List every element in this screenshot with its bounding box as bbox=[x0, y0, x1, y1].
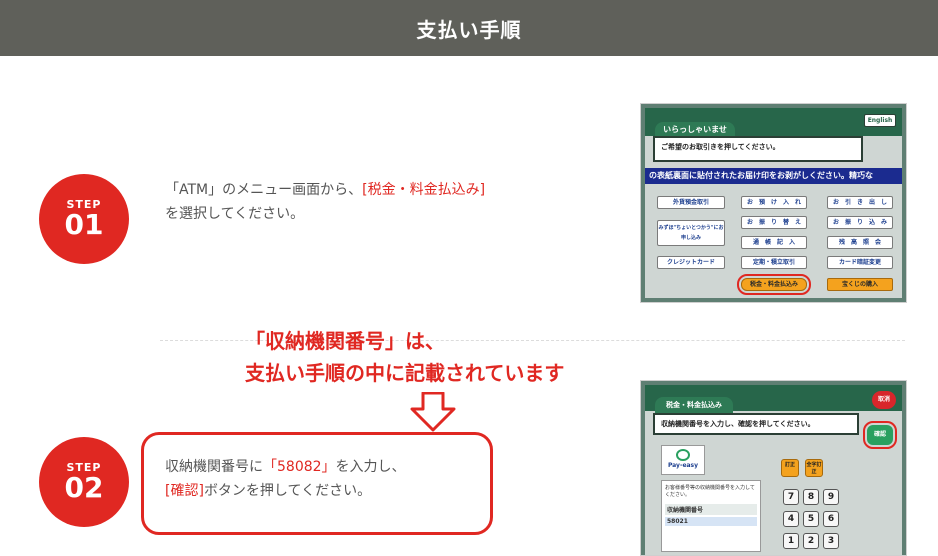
down-arrow-icon bbox=[410, 392, 456, 432]
key-9: 9 bbox=[823, 489, 839, 505]
key-4: 4 bbox=[783, 511, 799, 527]
key-6: 6 bbox=[823, 511, 839, 527]
passbook-button: 通 帳 記 入 bbox=[741, 236, 807, 249]
panel-value: 58021 bbox=[665, 517, 757, 526]
atm-message: ご希望のお取引きを押してください。 bbox=[653, 136, 863, 162]
step-02-badge: STEP 02 bbox=[39, 437, 129, 527]
furikomi-button: お 振 り 込 み bbox=[827, 216, 893, 229]
step-02-confirm-highlight: [確認] bbox=[165, 483, 204, 499]
step-01-text-after: を選択してください。 bbox=[165, 206, 305, 222]
institution-number-panel: お客様番号等の収納機関番号を入力してください。 収納機関番号 58021 bbox=[661, 480, 761, 552]
atm-input-screenshot: 税金・料金払込み 取消 収納機関番号を入力し、確認を押してください。 確認 Pa… bbox=[640, 380, 907, 556]
deposit-button: お 預 け 入 れ bbox=[741, 196, 807, 209]
withdraw-button: お 引 き 出 し bbox=[827, 196, 893, 209]
english-button: English bbox=[864, 114, 896, 127]
key-5: 5 bbox=[803, 511, 819, 527]
tax-payment-tab: 税金・料金払込み bbox=[655, 397, 733, 413]
balance-button: 残 高 照 会 bbox=[827, 236, 893, 249]
key-7: 7 bbox=[783, 489, 799, 505]
atm2-message: 収納機関番号を入力し、確認を押してください。 bbox=[653, 413, 859, 435]
key-3: 3 bbox=[823, 533, 839, 549]
fixed-deposit-button: 定期・積立取引 bbox=[741, 256, 807, 269]
mizuho-button: みずほ"ちょいとつかう"にお申し込み bbox=[657, 220, 725, 246]
atm-ticker: の表紙裏面に貼付されたお届け印をお剥がしください。精巧な bbox=[645, 168, 902, 184]
key-8: 8 bbox=[803, 489, 819, 505]
pin-change-button: カード暗証変更 bbox=[827, 256, 893, 269]
panel-instructions: お客様番号等の収納機関番号を入力してください。 bbox=[665, 485, 755, 498]
all-correct-button: 全字訂正 bbox=[805, 459, 823, 477]
step-01-text-before: 「ATM」のメニュー画面から、 bbox=[165, 182, 363, 198]
step-02-number-highlight: 「58082」 bbox=[263, 459, 336, 475]
callout-line-2: 支払い手順の中に記載されています bbox=[245, 361, 565, 385]
atm-input-screen: 税金・料金払込み 取消 収納機関番号を入力し、確認を押してください。 確認 Pa… bbox=[645, 385, 902, 555]
step-number: 01 bbox=[64, 208, 104, 241]
step-01-badge: STEP 01 bbox=[39, 174, 129, 264]
key-1: 1 bbox=[783, 533, 799, 549]
payeasy-label: Pay-easy bbox=[667, 462, 699, 469]
payeasy-logo-icon bbox=[676, 449, 690, 461]
correct-button: 訂正 bbox=[781, 459, 799, 477]
atm-menu-screenshot: English いらっしゃいませ ご希望のお取引きを押してください。 の表紙裏面… bbox=[640, 103, 907, 303]
panel-label: 収納機関番号 bbox=[665, 504, 757, 515]
forex-button: 外貨預金取引 bbox=[657, 196, 725, 209]
step-02-instruction: 収納機関番号に「58082」を入力し、 [確認]ボタンを押してください。 bbox=[165, 455, 485, 503]
cancel-button: 取消 bbox=[872, 391, 896, 409]
payeasy-logo: Pay-easy bbox=[661, 445, 705, 475]
lottery-button: 宝くじの購入 bbox=[827, 278, 893, 291]
step-02-line2-after: ボタンを押してください。 bbox=[203, 483, 372, 499]
callout-line-1: 「収納機関番号」は、 bbox=[245, 329, 445, 353]
key-2: 2 bbox=[803, 533, 819, 549]
tax-payment-button: 税金・料金払込み bbox=[737, 274, 811, 295]
credit-card-button: クレジットカード bbox=[657, 256, 725, 269]
step-01-highlight: [税金・料金払込み] bbox=[362, 182, 486, 198]
transfer-change-button: お 振 り 替 え bbox=[741, 216, 807, 229]
page-header: 支払い手順 bbox=[0, 0, 938, 56]
step-02-line1-before: 収納機関番号に bbox=[165, 459, 263, 475]
confirm-button: 確認 bbox=[863, 421, 897, 449]
step-01-instruction: 「ATM」のメニュー画面から、[税金・料金払込み] を選択してください。 bbox=[165, 178, 605, 226]
page-title: 支払い手順 bbox=[416, 17, 522, 42]
step-02-line1-after: を入力し、 bbox=[335, 459, 406, 475]
step-number: 02 bbox=[64, 471, 104, 504]
atm-menu-screen: English いらっしゃいませ ご希望のお取引きを押してください。 の表紙裏面… bbox=[645, 108, 902, 298]
